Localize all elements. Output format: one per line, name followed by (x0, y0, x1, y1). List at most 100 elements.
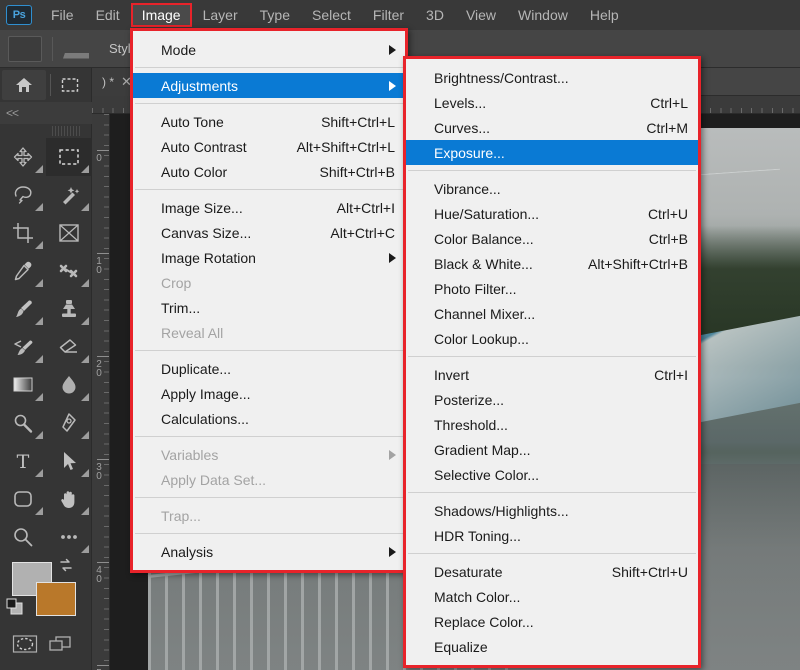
image-menu-item-adjustments[interactable]: Adjustments (133, 73, 405, 98)
dodge-tool[interactable] (0, 404, 46, 442)
image-menu-item-auto-tone[interactable]: Auto Tone Shift+Ctrl+L (133, 109, 405, 134)
adjustments-menu-item-replace-color[interactable]: Replace Color... (406, 609, 698, 634)
vertical-ruler-label: 40 (96, 565, 102, 585)
eraser-tool[interactable] (46, 328, 92, 366)
adjustments-menu-item-gradient-map[interactable]: Gradient Map... (406, 437, 698, 462)
quick-selection-tool[interactable] (46, 176, 92, 214)
adjustments-menu-item-posterize[interactable]: Posterize... (406, 387, 698, 412)
gradient-tool[interactable] (0, 366, 46, 404)
image-menu-item-apply-image[interactable]: Apply Image... (133, 381, 405, 406)
image-menu-item-calculations[interactable]: Calculations... (133, 406, 405, 431)
adjustments-menu-item-channel-mixer[interactable]: Channel Mixer... (406, 301, 698, 326)
home-button[interactable] (2, 70, 46, 100)
quick-mask-button[interactable] (12, 634, 38, 659)
menu-bar-item-edit[interactable]: Edit (85, 3, 131, 27)
rectangle-tool[interactable] (0, 480, 46, 518)
frame-tool[interactable] (46, 214, 92, 252)
menu-item-label: Apply Data Set... (161, 471, 267, 488)
image-menu-item-image-rotation[interactable]: Image Rotation (133, 245, 405, 270)
menu-bar-item-image[interactable]: Image (130, 3, 192, 27)
path-selection-tool[interactable] (46, 442, 92, 480)
brush-icon (16, 300, 32, 317)
edit-toolbar-tool[interactable] (46, 518, 92, 556)
background-color-swatch[interactable] (36, 582, 76, 616)
collapse-panel-button[interactable]: << (0, 102, 92, 124)
menu-item-label: Trim... (161, 299, 201, 316)
adjustments-menu-item-invert[interactable]: Invert Ctrl+I (406, 362, 698, 387)
screen-mode-button[interactable] (48, 635, 74, 658)
image-menu-list: Mode Adjustments Auto Tone Shift+Ctrl+L Auto… (133, 31, 405, 570)
image-menu-item-duplicate[interactable]: Duplicate... (133, 356, 405, 381)
menu-bar-item-window[interactable]: Window (507, 3, 579, 27)
healing-brush-tool[interactable] (46, 252, 92, 290)
screen-mode-icon (49, 635, 71, 651)
menu-bar-item-filter[interactable]: Filter (362, 3, 415, 27)
adjustments-menu-item-match-color[interactable]: Match Color... (406, 584, 698, 609)
menu-bar-item-file[interactable]: File (40, 3, 85, 27)
adjustments-menu-item-photo-filter[interactable]: Photo Filter... (406, 276, 698, 301)
active-tool-indicator[interactable] (55, 70, 85, 100)
adjustments-menu-item-exposure[interactable]: Exposure... (406, 140, 698, 165)
adjustments-menu-item-levels[interactable]: Levels... Ctrl+L (406, 90, 698, 115)
lasso-tool[interactable] (0, 176, 46, 214)
ruler-ticks (92, 114, 109, 670)
image-menu-item-canvas-size[interactable]: Canvas Size... Alt+Ctrl+C (133, 220, 405, 245)
history-brush-tool[interactable] (0, 328, 46, 366)
menu-bar-item-layer[interactable]: Layer (192, 3, 249, 27)
menu-bar-item-help[interactable]: Help (579, 3, 630, 27)
image-menu-item-variables: Variables (133, 442, 405, 467)
type-icon: T (17, 451, 30, 472)
adjustments-menu-item-color-lookup[interactable]: Color Lookup... (406, 326, 698, 351)
menu-bar: Ps File Edit Image Layer Type Select Filter 3D V… (0, 0, 800, 30)
image-menu-item-analysis[interactable]: Analysis (133, 539, 405, 564)
rectangular-marquee-tool[interactable] (46, 138, 92, 176)
vertical-ruler[interactable]: 01020304050 (92, 114, 110, 670)
tool-grid: T (0, 138, 92, 670)
crop-tool[interactable] (0, 214, 46, 252)
horizontal-type-tool[interactable]: T (0, 442, 46, 480)
tool-preset-picker[interactable] (8, 35, 42, 62)
default-colors-button[interactable] (6, 598, 24, 621)
menu-item-shortcut: Ctrl+L (650, 94, 688, 111)
pen-tool[interactable] (46, 404, 92, 442)
menu-bar-item-3d[interactable]: 3D (415, 3, 455, 27)
swap-colors-button[interactable] (58, 558, 74, 577)
adjustments-menu-item-hue-saturation[interactable]: Hue/Saturation... Ctrl+U (406, 201, 698, 226)
zoom-tool[interactable] (0, 518, 46, 556)
menu-item-label: Equalize (434, 638, 488, 655)
move-tool[interactable] (0, 138, 46, 176)
menu-item-label: Desaturate (434, 563, 503, 580)
adjustments-menu-item-equalize[interactable]: Equalize (406, 634, 698, 659)
menu-bar-item-view[interactable]: View (455, 3, 507, 27)
menu-item-label: Photo Filter... (434, 280, 517, 297)
clone-stamp-tool[interactable] (46, 290, 92, 328)
adjustments-menu-item-color-balance[interactable]: Color Balance... Ctrl+B (406, 226, 698, 251)
swap-arrows-icon (60, 558, 72, 572)
adjustments-menu-item-curves[interactable]: Curves... Ctrl+M (406, 115, 698, 140)
adjustments-menu-item-vibrance[interactable]: Vibrance... (406, 176, 698, 201)
menu-bar-item-select[interactable]: Select (301, 3, 362, 27)
menu-bar-item-type[interactable]: Type (249, 3, 301, 27)
adjustments-menu-item-hdr-toning[interactable]: HDR Toning... (406, 523, 698, 548)
menu-separator (135, 103, 403, 104)
menu-item-label: Color Lookup... (434, 330, 529, 347)
menu-item-label: Calculations... (161, 410, 249, 427)
adjustments-menu-item-desaturate[interactable]: Desaturate Shift+Ctrl+U (406, 559, 698, 584)
image-menu-item-auto-contrast[interactable]: Auto Contrast Alt+Shift+Ctrl+L (133, 134, 405, 159)
menu-separator (135, 533, 403, 534)
adjustments-menu-item-shadows-highlights[interactable]: Shadows/Highlights... (406, 498, 698, 523)
menu-separator (135, 497, 403, 498)
adjustments-menu-item-selective-color[interactable]: Selective Color... (406, 462, 698, 487)
image-menu-item-mode[interactable]: Mode (133, 37, 405, 62)
blur-tool[interactable] (46, 366, 92, 404)
menu-item-label: Shadows/Highlights... (434, 502, 569, 519)
image-menu-item-auto-color[interactable]: Auto Color Shift+Ctrl+B (133, 159, 405, 184)
adjustments-menu-item-brightness-contrast[interactable]: Brightness/Contrast... (406, 65, 698, 90)
image-menu-item-trim[interactable]: Trim... (133, 295, 405, 320)
image-menu-item-image-size[interactable]: Image Size... Alt+Ctrl+I (133, 195, 405, 220)
eyedropper-tool[interactable] (0, 252, 46, 290)
brush-tool[interactable] (0, 290, 46, 328)
adjustments-menu-item-threshold[interactable]: Threshold... (406, 412, 698, 437)
hand-tool[interactable] (46, 480, 92, 518)
adjustments-menu-item-black-white[interactable]: Black & White... Alt+Shift+Ctrl+B (406, 251, 698, 276)
